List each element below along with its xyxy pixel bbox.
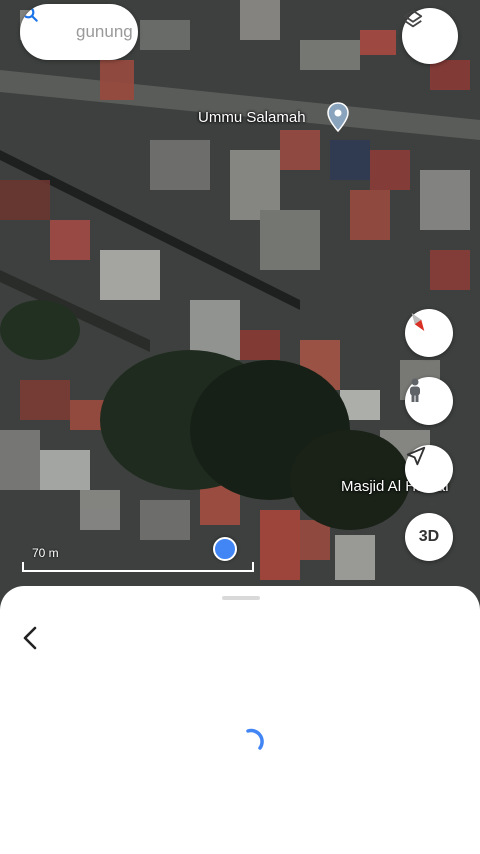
back-arrow-icon <box>21 625 39 656</box>
current-location-dot <box>213 537 237 561</box>
scale-bar <box>22 562 254 572</box>
compass-button[interactable] <box>405 309 453 357</box>
satellite-map[interactable]: gunung Ummu Salamah Masjid Al Humai 3D 7… <box>0 0 480 610</box>
search-bar[interactable]: gunung <box>20 4 138 60</box>
back-button[interactable] <box>14 624 46 656</box>
street-view-button[interactable] <box>405 377 453 425</box>
3d-button-label: 3D <box>418 528 440 545</box>
my-location-button[interactable] <box>405 445 453 493</box>
place-label-ummu-salamah[interactable]: Ummu Salamah <box>198 109 306 126</box>
bottom-sheet[interactable] <box>0 586 480 854</box>
3d-button[interactable]: 3D <box>405 513 453 561</box>
sheet-drag-handle[interactable] <box>222 596 260 600</box>
loading-spinner <box>240 726 270 756</box>
layers-button[interactable] <box>402 8 458 64</box>
search-query-text: gunung <box>76 22 133 41</box>
satellite-imagery <box>0 0 480 610</box>
